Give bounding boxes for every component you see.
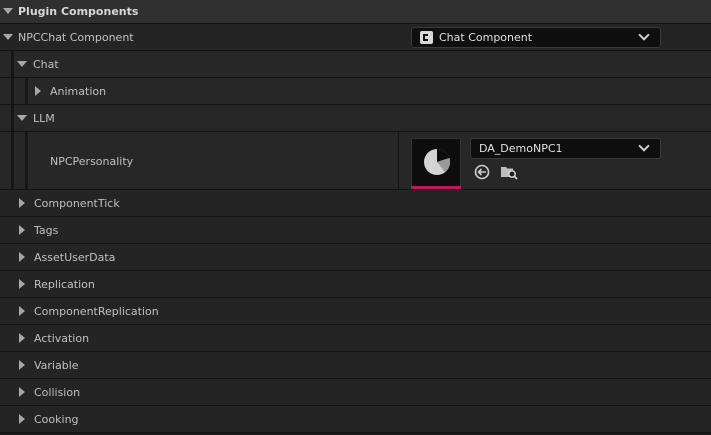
expand-arrow-icon[interactable] — [35, 86, 41, 96]
category-label: ComponentReplication — [34, 305, 159, 318]
component-row[interactable]: NPCChat Component Chat Component — [0, 24, 711, 51]
expand-arrow-icon[interactable] — [3, 8, 13, 14]
expand-arrow-icon[interactable] — [17, 61, 27, 67]
category-replication[interactable]: Replication — [0, 271, 711, 298]
category-cooking[interactable]: Cooking — [0, 406, 711, 433]
browse-in-content-browser-icon[interactable] — [500, 164, 518, 180]
category-label: ComponentTick — [34, 197, 120, 210]
category-chat[interactable]: Chat — [0, 51, 711, 78]
expand-arrow-icon[interactable] — [19, 333, 25, 343]
asset-type-accent — [411, 186, 461, 189]
category-label: Cooking — [34, 413, 79, 426]
category-label: Chat — [33, 58, 59, 71]
plugin-components-header[interactable]: Plugin Components — [0, 0, 711, 24]
category-variable[interactable]: Variable — [0, 352, 711, 379]
category-llm[interactable]: LLM — [0, 105, 711, 132]
chevron-down-icon — [638, 140, 650, 152]
component-class-select[interactable]: Chat Component — [411, 27, 661, 48]
category-label: Activation — [34, 332, 90, 345]
asset-value: DA_DemoNPC1 — [479, 142, 563, 155]
category-collision[interactable]: Collision — [0, 379, 711, 406]
data-asset-icon — [424, 148, 451, 175]
expand-arrow-icon[interactable] — [19, 387, 25, 397]
property-label: NPCPersonality — [50, 155, 134, 168]
property-npc-personality: NPCPersonality DA_DemoNPC1 — [0, 132, 711, 190]
category-label: Variable — [34, 359, 79, 372]
category-animation[interactable]: Animation — [0, 78, 711, 105]
expand-arrow-icon[interactable] — [19, 198, 25, 208]
expand-arrow-icon[interactable] — [19, 360, 25, 370]
expand-arrow-icon[interactable] — [19, 306, 25, 316]
category-label: AssetUserData — [34, 251, 116, 264]
section-title: Plugin Components — [18, 5, 139, 18]
asset-select[interactable]: DA_DemoNPC1 — [470, 138, 661, 159]
asset-thumbnail[interactable] — [411, 138, 461, 189]
chevron-down-icon — [638, 29, 650, 41]
expand-arrow-icon[interactable] — [19, 279, 25, 289]
category-component-replication[interactable]: ComponentReplication — [0, 298, 711, 325]
expand-arrow-icon[interactable] — [17, 115, 27, 121]
category-label: Replication — [34, 278, 95, 291]
expand-arrow-icon[interactable] — [19, 252, 25, 262]
component-label: NPCChat Component — [18, 31, 134, 44]
category-tags[interactable]: Tags — [0, 217, 711, 244]
category-activation[interactable]: Activation — [0, 325, 711, 352]
category-label: LLM — [33, 112, 55, 125]
expand-arrow-icon[interactable] — [3, 34, 13, 40]
component-class-value: Chat Component — [439, 31, 533, 44]
category-label: Animation — [50, 85, 107, 98]
category-asset-user-data[interactable]: AssetUserData — [0, 244, 711, 271]
category-label: Collision — [34, 386, 81, 399]
expand-arrow-icon[interactable] — [19, 414, 25, 424]
use-selected-asset-icon[interactable] — [474, 164, 490, 180]
category-component-tick[interactable]: ComponentTick — [0, 190, 711, 217]
expand-arrow-icon[interactable] — [19, 225, 25, 235]
category-label: Tags — [34, 224, 59, 237]
component-icon — [420, 31, 433, 44]
